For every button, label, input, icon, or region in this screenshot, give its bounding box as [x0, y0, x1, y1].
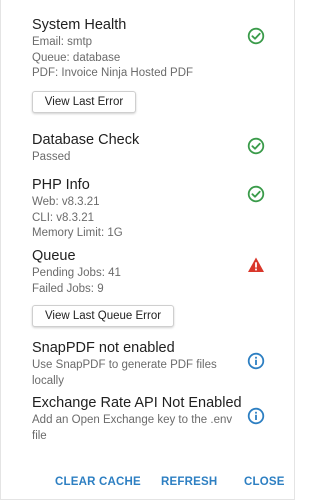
email-line: Email: smtp — [32, 36, 93, 48]
php-info-section: PHP Info Web: v8.3.21 CLI: v8.3.21 Memor… — [32, 176, 252, 242]
clear-cache-button[interactable]: CLEAR CACHE — [55, 476, 141, 488]
php-info-title: PHP Info — [32, 177, 90, 193]
failed-jobs: Failed Jobs: 9 — [32, 282, 104, 295]
exchange-rate-title: Exchange Rate API Not Enabled — [32, 395, 242, 411]
queue-section: Queue Pending Jobs: 41 Failed Jobs: 9 — [32, 247, 252, 297]
warning-triangle-icon — [247, 256, 265, 274]
system-health-title: System Health — [32, 17, 127, 33]
snappdf-title: SnapPDF not enabled — [32, 340, 175, 356]
php-cli-version: CLI: v8.3.21 — [32, 211, 95, 224]
queue-driver-line: Queue: database — [32, 51, 121, 64]
system-health-dialog: System Health Email: smtp Queue: databas… — [0, 0, 295, 500]
check-circle-icon — [247, 27, 265, 45]
view-last-queue-error-button[interactable]: View Last Queue Error — [32, 305, 174, 327]
check-circle-icon — [247, 185, 265, 203]
check-circle-icon — [247, 137, 265, 155]
pending-jobs: Pending Jobs: 41 — [32, 267, 121, 279]
queue-title: Queue — [32, 248, 76, 264]
php-web-version: Web: v8.3.21 — [32, 196, 100, 208]
exchange-rate-description: Add an Open Exchange key to the .env fil… — [32, 414, 233, 442]
snappdf-section: SnapPDF not enabled Use SnapPDF to gener… — [32, 339, 252, 389]
php-memory-limit: Memory Limit: 1G — [32, 227, 123, 239]
info-circle-icon[interactable] — [247, 407, 265, 425]
database-check-section: Database Check Passed — [32, 131, 252, 166]
view-last-error-button[interactable]: View Last Error — [32, 91, 136, 113]
database-check-status: Passed — [32, 151, 71, 163]
close-button[interactable]: CLOSE — [244, 476, 285, 488]
database-check-title: Database Check — [32, 132, 140, 148]
snappdf-description: Use SnapPDF to generate PDF files locall… — [32, 359, 217, 387]
info-circle-icon[interactable] — [247, 352, 265, 370]
refresh-button[interactable]: REFRESH — [161, 476, 217, 488]
pdf-line: PDF: Invoice Ninja Hosted PDF — [32, 67, 194, 79]
exchange-rate-section: Exchange Rate API Not Enabled Add an Ope… — [32, 394, 252, 444]
system-health-section: System Health Email: smtp Queue: databas… — [32, 16, 252, 82]
